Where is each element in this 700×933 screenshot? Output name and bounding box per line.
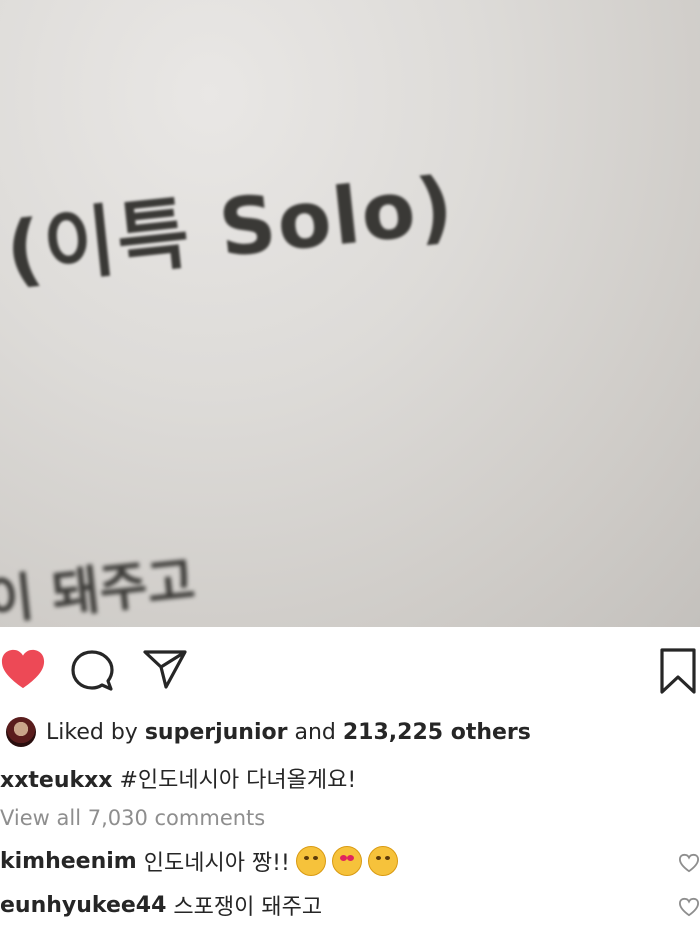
likes-row: Liked by superjunior and 213,225 others xyxy=(0,714,700,750)
likes-connector: and xyxy=(294,719,336,745)
action-bar xyxy=(0,627,700,715)
post-photo[interactable]: (이특 Solo) 이 돼주고 xyxy=(0,0,700,627)
hugging-emoji-icon xyxy=(367,846,398,876)
likes-count[interactable]: 213,225 others xyxy=(343,720,531,745)
likes-prefix: Liked by xyxy=(46,719,138,745)
comment-icon[interactable] xyxy=(70,649,114,693)
view-all-comments-link[interactable]: View all 7,030 comments xyxy=(0,806,265,830)
bookmark-icon[interactable] xyxy=(658,647,698,695)
caption: xxteukxx #인도네시아 다녀올게요! xyxy=(0,762,356,794)
photo-main-text: (이특 Solo) xyxy=(1,160,459,298)
heart-eyes-emoji-icon xyxy=(331,846,362,876)
caption-text: #인도네시아 다녀올게요! xyxy=(119,768,357,793)
grinning-emoji-icon xyxy=(295,846,326,876)
comment-item: kimheenim 인도네시아 짱!! xyxy=(0,845,398,877)
liker-username[interactable]: superjunior xyxy=(145,720,288,745)
comment-text: 인도네시아 짱!! xyxy=(143,851,290,876)
liker-avatar[interactable] xyxy=(6,717,36,747)
small-heart-icon[interactable] xyxy=(678,897,700,917)
heart-icon[interactable] xyxy=(0,647,46,691)
photo-sub-text: 이 돼주고 xyxy=(0,551,198,627)
comment-text: 스포쟁이 돼주고 xyxy=(173,895,323,920)
comment-username[interactable]: eunhyukee44 xyxy=(0,893,166,918)
comment-item: eunhyukee44 스포쟁이 돼주고 xyxy=(0,889,322,921)
author-username[interactable]: xxteukxx xyxy=(0,768,113,793)
comment-username[interactable]: kimheenim xyxy=(0,849,137,874)
small-heart-icon[interactable] xyxy=(678,853,700,873)
share-icon[interactable] xyxy=(142,647,188,691)
